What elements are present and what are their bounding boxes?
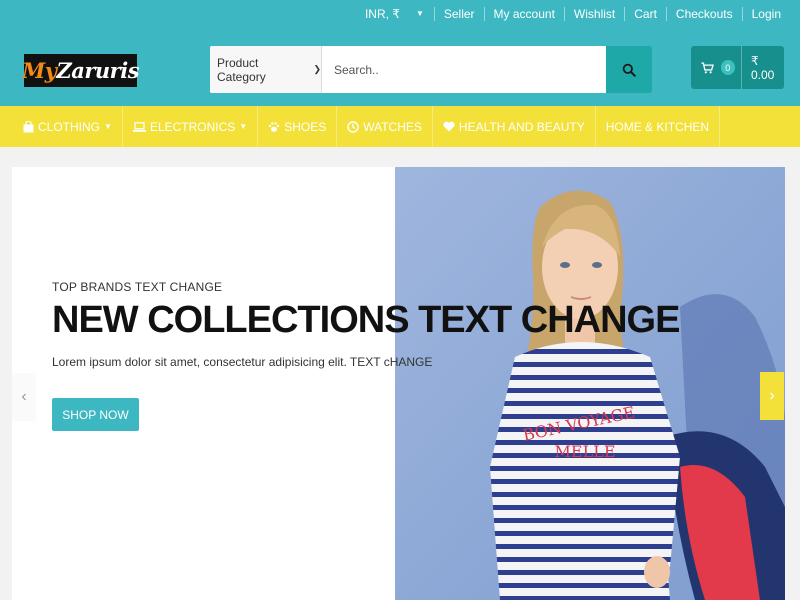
- search-bar: Product Category ❯: [210, 46, 652, 93]
- chevron-down-icon: ❯: [313, 64, 321, 74]
- slider-prev-button[interactable]: ‹: [12, 373, 36, 421]
- cart-button[interactable]: 0 ₹ 0.00: [691, 46, 784, 89]
- top-links-bar: INR, ₹ ▼ Seller My account Wishlist Cart…: [356, 0, 790, 28]
- nav-item-label: HOME & KITCHEN: [605, 119, 710, 134]
- nav-item-label: CLOTHING: [38, 119, 101, 134]
- cart-divider: [740, 46, 742, 89]
- my-account-link[interactable]: My account: [483, 7, 564, 21]
- hero-slider: BON VOYAGE MELLE TOP BRANDS TEXT CHANGE …: [12, 167, 785, 600]
- wishlist-link[interactable]: Wishlist: [563, 7, 624, 21]
- shirt-print-line2: MELLE: [555, 442, 616, 461]
- search-input[interactable]: [322, 46, 606, 93]
- nav-item-label: ELECTRONICS: [149, 119, 236, 134]
- caret-down-icon: ▼: [104, 122, 112, 131]
- clock-icon: [347, 120, 359, 133]
- heart-icon: [443, 121, 455, 132]
- caret-down-icon: ▼: [239, 122, 248, 131]
- chevron-left-icon: ‹: [21, 388, 27, 405]
- search-button[interactable]: [606, 46, 652, 93]
- hero-kicker: TOP BRANDS TEXT CHANGE: [52, 280, 223, 294]
- nav-item-home-kitchen[interactable]: HOME & KITCHEN: [596, 106, 721, 147]
- site-logo[interactable]: My Zaruris: [21, 54, 140, 87]
- logo-text-part2: Zaruris: [56, 58, 140, 83]
- seller-link[interactable]: Seller: [433, 7, 484, 21]
- cart-count-badge: 0: [720, 60, 735, 75]
- nav-item-watches[interactable]: WATCHES: [337, 106, 433, 147]
- nav-item-label: HEALTH AND BEAUTY: [458, 119, 585, 134]
- hero-product-image: BON VOYAGE MELLE: [395, 167, 785, 600]
- slider-next-button[interactable]: ›: [760, 372, 784, 420]
- checkouts-link[interactable]: Checkouts: [665, 7, 742, 21]
- currency-label: INR, ₹: [364, 7, 400, 21]
- nav-item-clothing[interactable]: CLOTHING ▼: [13, 106, 123, 147]
- caret-down-icon: ▼: [415, 9, 424, 18]
- cart-link[interactable]: Cart: [624, 7, 666, 21]
- category-select[interactable]: Product Category ❯: [210, 46, 322, 93]
- chevron-right-icon: ›: [769, 387, 775, 404]
- main-navigation: CLOTHING ▼ ELECTRONICS ▼ SHOES WATCHES H…: [0, 106, 800, 147]
- search-icon: [622, 63, 636, 77]
- hero-subtext: Lorem ipsum dolor sit amet, consectetur …: [52, 355, 433, 369]
- nav-item-health-beauty[interactable]: HEALTH AND BEAUTY: [433, 106, 596, 147]
- cart-icon: [701, 62, 714, 73]
- laptop-icon: [132, 121, 146, 132]
- girl-in-striped-shirt-illustration: BON VOYAGE MELLE: [395, 167, 785, 600]
- site-header: INR, ₹ ▼ Seller My account Wishlist Cart…: [0, 0, 800, 106]
- nav-item-shoes[interactable]: SHOES: [258, 106, 338, 147]
- nav-item-label: SHOES: [284, 119, 327, 134]
- logo-text-part1: My: [21, 58, 57, 83]
- hero-headline: NEW COLLECTIONS TEXT CHANGE: [52, 299, 680, 341]
- cart-total: ₹ 0.00: [750, 53, 775, 82]
- nav-item-label: WATCHES: [363, 119, 422, 134]
- login-link[interactable]: Login: [741, 7, 790, 21]
- shopping-bag-icon: [23, 120, 34, 132]
- paw-icon: [269, 121, 280, 132]
- nav-item-electronics[interactable]: ELECTRONICS ▼: [123, 106, 259, 147]
- shop-now-button[interactable]: SHOP NOW: [52, 398, 139, 431]
- category-select-value: Product Category: [217, 55, 266, 84]
- currency-selector[interactable]: INR, ₹ ▼: [356, 7, 434, 21]
